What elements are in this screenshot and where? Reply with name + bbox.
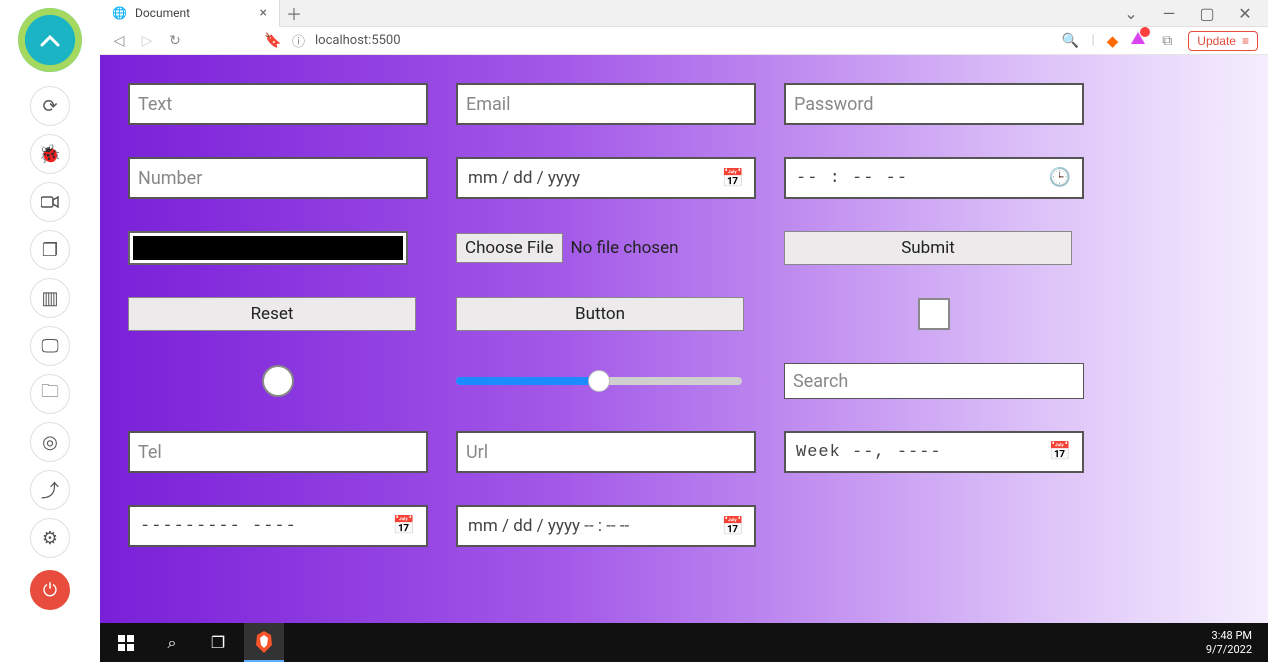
range-fill [456,377,599,385]
taskbar-clock[interactable]: 3:48 PM 9/7/2022 [1206,629,1262,655]
week-input[interactable]: Week --, ---- 📅 [784,431,1084,473]
url-bar: ◁ ▷ ↻ 🔖 ⓘ localhost:5500 🔍 | ◆ ⧉ Update … [100,27,1268,55]
taskbar-date: 9/7/2022 [1206,643,1252,656]
tab-title: Document [135,6,190,20]
range-thumb[interactable] [588,370,610,392]
zoom-icon[interactable]: 🔍 [1062,33,1080,49]
new-tab-button[interactable]: ＋ [280,0,308,27]
pip-icon[interactable]: ⧉ [1158,33,1176,49]
brave-shield-icon[interactable]: ◆ [1107,32,1119,50]
file-status: No file chosen [571,238,679,258]
search-input[interactable] [784,363,1084,399]
url-input[interactable] [456,431,756,473]
upload-icon[interactable]: ⤴ [30,470,70,510]
taskbar-search-icon[interactable]: ⌕ [152,623,192,662]
close-button[interactable]: ✕ [1232,4,1258,23]
update-button[interactable]: Update ≡ [1188,31,1258,51]
week-placeholder: Week --, ---- [796,443,942,462]
not-secure-icon[interactable]: ⓘ [292,31,305,50]
month-placeholder: --------- ---- [140,517,297,536]
submit-button[interactable]: Submit [784,231,1072,265]
generic-button[interactable]: Button [456,297,744,331]
number-input[interactable] [128,157,428,199]
nav-back-button[interactable]: ◁ [110,33,128,49]
clock-icon[interactable]: 🕒 [1049,167,1072,189]
minimize-button[interactable]: ― [1156,4,1182,23]
nav-reload-button[interactable]: ↻ [166,33,184,49]
power-icon[interactable]: ⏻ [30,570,70,610]
checkbox-input[interactable] [918,298,950,330]
time-placeholder: -- : -- -- [796,169,908,188]
datetime-input[interactable]: mm / dd / yyyy -- : -- -- 📅 [456,505,756,547]
calendar-icon[interactable]: 📅 [1049,441,1072,463]
email-input[interactable] [456,83,756,125]
calendar-icon[interactable]: 📅 [393,515,416,537]
month-input[interactable]: --------- ---- 📅 [128,505,428,547]
chevron-down-icon[interactable]: ⌄ [1118,4,1144,23]
datetime-placeholder: mm / dd / yyyy -- : -- -- [468,516,629,536]
monitor-icon[interactable]: 🖵 [30,326,70,366]
radio-input[interactable] [262,365,294,397]
taskbar-brave-icon[interactable] [244,623,284,662]
copy-icon[interactable]: ❐ [30,230,70,270]
tel-input[interactable] [128,431,428,473]
maximize-button[interactable]: ▢ [1194,4,1220,23]
page-content: mm / dd / yyyy 📅 -- : -- -- 🕒 Choose Fil… [100,55,1268,623]
date-input[interactable]: mm / dd / yyyy 📅 [456,157,756,199]
bug-icon[interactable]: 🐞 [30,134,70,174]
chip-icon[interactable]: ▥ [30,278,70,318]
file-input[interactable]: Choose File No file chosen [456,233,678,263]
password-input[interactable] [784,83,1084,125]
reset-button[interactable]: Reset [128,297,416,331]
gear-icon[interactable]: ⚙ [30,518,70,558]
windows-taskbar: ⌕ ❐ 3:48 PM 9/7/2022 [100,623,1268,662]
dev-logo[interactable] [18,8,82,72]
camera-icon[interactable] [30,182,70,222]
tab-bar: 🌐 Document × ＋ ⌄ ― ▢ ✕ [100,0,1268,27]
nav-forward-button[interactable]: ▷ [138,33,156,49]
dev-sidebar: ⟳ 🐞 ❐ ▥ 🖵 🗀 ◎ ⤴ ⚙ ⏻ [0,0,100,662]
globe-icon: 🌐 [112,6,127,20]
date-placeholder: mm / dd / yyyy [468,168,580,188]
start-button[interactable] [106,623,146,662]
url-text[interactable]: localhost:5500 [315,33,401,48]
sync-icon[interactable]: ⟳ [30,86,70,126]
color-input[interactable] [128,231,408,265]
text-input[interactable] [128,83,428,125]
browser-window: 🌐 Document × ＋ ⌄ ― ▢ ✕ ◁ ▷ ↻ 🔖 ⓘ localho… [100,0,1268,662]
range-input[interactable] [456,377,742,385]
taskbar-time: 3:48 PM [1206,629,1252,642]
task-view-icon[interactable]: ❐ [198,623,238,662]
tab-document[interactable]: 🌐 Document × [100,0,280,27]
tab-close-icon[interactable]: × [260,5,267,21]
menu-icon: ≡ [1242,34,1249,48]
color-swatch [133,236,403,260]
brave-rewards-icon[interactable] [1130,31,1146,51]
folder-icon[interactable]: 🗀 [30,374,70,414]
bookmark-icon[interactable]: 🔖 [264,33,282,49]
time-input[interactable]: -- : -- -- 🕒 [784,157,1084,199]
update-label: Update [1197,34,1236,48]
location-icon[interactable]: ◎ [30,422,70,462]
calendar-icon[interactable]: 📅 [722,516,744,537]
choose-file-button[interactable]: Choose File [456,233,563,263]
calendar-icon[interactable]: 📅 [722,168,744,189]
